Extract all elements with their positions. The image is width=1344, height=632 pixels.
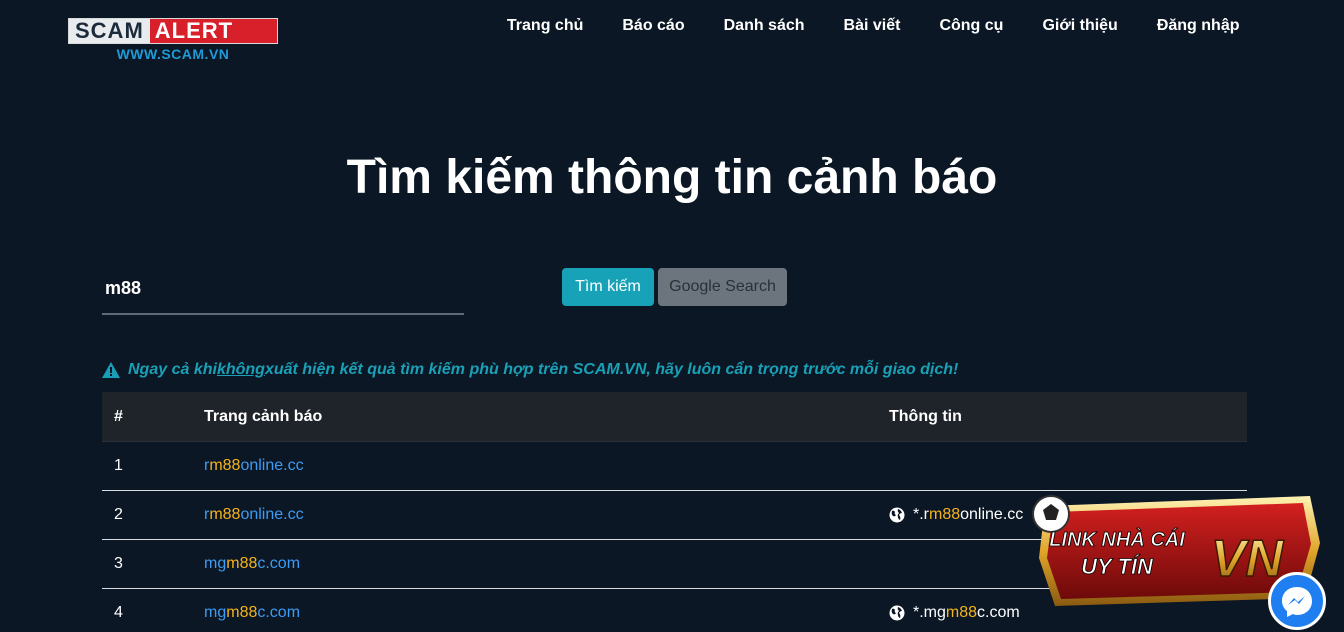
site-link[interactable]: rm88online.cc — [204, 506, 304, 523]
site-link-match: m88 — [209, 457, 241, 474]
row-site-cell: mgm88c.com — [204, 604, 889, 622]
row-number: 4 — [114, 604, 123, 621]
info-text: *.rm88online.cc — [913, 506, 1023, 524]
google-search-button[interactable]: Google Search — [658, 268, 787, 306]
site-link-prefix: mg — [204, 555, 227, 572]
site-link-suffix: online.cc — [240, 457, 304, 474]
info-suffix: online.cc — [960, 506, 1024, 523]
promo-line1: LINK NHÀ CÁI — [1049, 528, 1185, 551]
info-prefix: *.mg — [913, 604, 946, 621]
search-button[interactable]: Tìm kiếm — [562, 268, 654, 306]
promo-line2: UY TÍN — [1081, 554, 1154, 579]
warning-text-emphasis: không — [216, 361, 265, 378]
site-link-suffix: c.com — [257, 555, 301, 572]
main-nav: Trang chủ Báo cáo Danh sách Bài viết Côn… — [487, 14, 1259, 38]
row-site-cell: mgm88c.com — [204, 555, 889, 573]
site-logo[interactable]: SCAM ALERT WWW.SCAM.VN — [68, 18, 278, 64]
logo-scam-text: SCAM — [69, 19, 150, 43]
site-link[interactable]: mgm88c.com — [204, 555, 300, 572]
search-input[interactable] — [102, 264, 464, 315]
header-info: Thông tin — [889, 407, 962, 425]
site-link-prefix: mg — [204, 604, 227, 621]
nav-home[interactable]: Trang chủ — [487, 14, 602, 38]
page: SCAM ALERT WWW.SCAM.VN Trang chủ Báo cáo… — [0, 0, 1344, 632]
nav-login[interactable]: Đăng nhập — [1137, 14, 1259, 38]
nav-articles[interactable]: Bài viết — [824, 14, 920, 38]
chat-button[interactable] — [1268, 572, 1326, 630]
site-link-match: m88 — [226, 604, 258, 621]
warning-text-after: xuất hiện kết quả tìm kiếm phù hợp trên … — [264, 361, 959, 378]
row-site-cell: rm88online.cc — [204, 506, 889, 524]
row-number: 2 — [114, 506, 123, 523]
row-number: 3 — [114, 555, 123, 572]
warning-notice: Ngay cả khi không xuất hiện kết quả tìm … — [102, 361, 958, 379]
site-link-match: m88 — [209, 506, 241, 523]
site-link-suffix: online.cc — [240, 506, 304, 523]
info-suffix: c.com — [977, 604, 1020, 621]
nav-report[interactable]: Báo cáo — [603, 14, 704, 38]
warning-triangle-icon — [102, 362, 120, 378]
logo-alert-text: ALERT — [149, 19, 277, 43]
site-link-suffix: c.com — [257, 604, 301, 621]
info-match: m88 — [929, 506, 961, 523]
row-number: 1 — [114, 457, 123, 474]
nav-about[interactable]: Giới thiệu — [1023, 14, 1137, 38]
table-header: # Trang cảnh báo Thông tin — [102, 392, 1247, 442]
globe-icon — [889, 507, 905, 523]
warning-text-before: Ngay cả khi — [128, 361, 217, 378]
header-site: Trang cảnh báo — [204, 407, 323, 425]
logo-box: SCAM ALERT — [68, 18, 278, 44]
site-link[interactable]: mgm88c.com — [204, 604, 300, 621]
globe-icon — [889, 605, 905, 621]
logo-url: WWW.SCAM.VN — [116, 46, 230, 62]
page-title: Tìm kiếm thông tin cảnh báo — [346, 151, 998, 204]
table-row: 1 rm88online.cc — [102, 442, 1247, 491]
info-text: *.mgm88c.com — [913, 604, 1020, 622]
row-site-cell: rm88online.cc — [204, 457, 889, 475]
nav-list[interactable]: Danh sách — [704, 14, 824, 38]
messenger-icon — [1282, 587, 1312, 617]
info-match: m88 — [945, 604, 978, 621]
site-link[interactable]: rm88online.cc — [204, 457, 304, 474]
site-link-match: m88 — [226, 555, 258, 572]
nav-tools[interactable]: Công cụ — [920, 14, 1023, 38]
info-prefix: *.r — [913, 506, 929, 523]
header-number: # — [114, 407, 123, 425]
